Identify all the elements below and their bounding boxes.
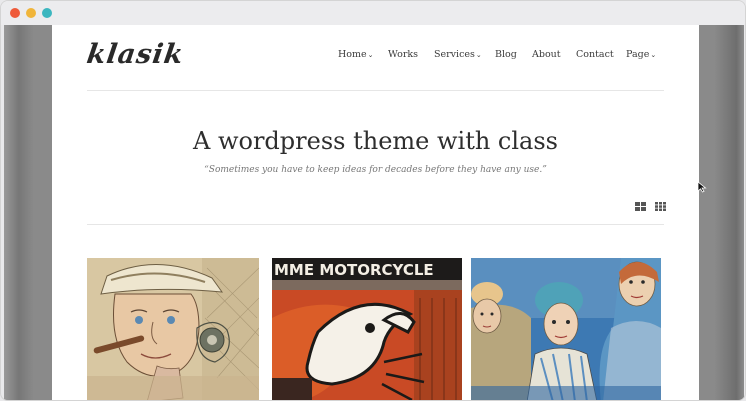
nav-item-about[interactable]: About [532, 49, 561, 60]
main-navigation: Home⌄ Works Services⌄ Blog About Contact… [52, 49, 699, 63]
chevron-down-icon: ⌄ [475, 51, 482, 59]
header-divider [87, 90, 664, 91]
nav-item-home[interactable]: Home⌄ [338, 49, 374, 60]
gallery-divider [87, 224, 664, 225]
mouse-cursor-icon [697, 181, 707, 193]
browser-window: klasik Home⌄ Works Services⌄ Blog About … [0, 0, 746, 401]
close-window-button[interactable] [10, 8, 20, 18]
site-page: klasik Home⌄ Works Services⌄ Blog About … [52, 25, 699, 400]
browser-titlebar [1, 1, 745, 25]
browser-viewport: klasik Home⌄ Works Services⌄ Blog About … [4, 25, 744, 400]
hero-quote: “Sometimes you have to keep ideas for de… [204, 165, 547, 175]
grid-large-icon[interactable] [635, 202, 647, 211]
portfolio-thumb-man-with-cigar[interactable] [87, 258, 259, 400]
chevron-down-icon: ⌄ [367, 51, 374, 59]
chevron-down-icon: ⌄ [650, 51, 657, 59]
portfolio-thumb-three-women[interactable] [471, 258, 661, 400]
nav-item-contact[interactable]: Contact [576, 49, 614, 60]
nav-item-services[interactable]: Services⌄ [434, 49, 482, 60]
nav-item-blog[interactable]: Blog [495, 49, 517, 60]
grid-small-icon[interactable] [655, 202, 667, 211]
minimize-window-button[interactable] [26, 8, 36, 18]
hero-title: A wordpress theme with class [193, 127, 558, 155]
portfolio-thumb-motorcycle[interactable]: MME MOTORCYCLE [272, 258, 462, 400]
motorcycle-sign-text: MME MOTORCYCLE [274, 261, 434, 279]
nav-item-page[interactable]: Page⌄ [626, 49, 656, 60]
maximize-window-button[interactable] [42, 8, 52, 18]
nav-item-works[interactable]: Works [388, 49, 418, 60]
